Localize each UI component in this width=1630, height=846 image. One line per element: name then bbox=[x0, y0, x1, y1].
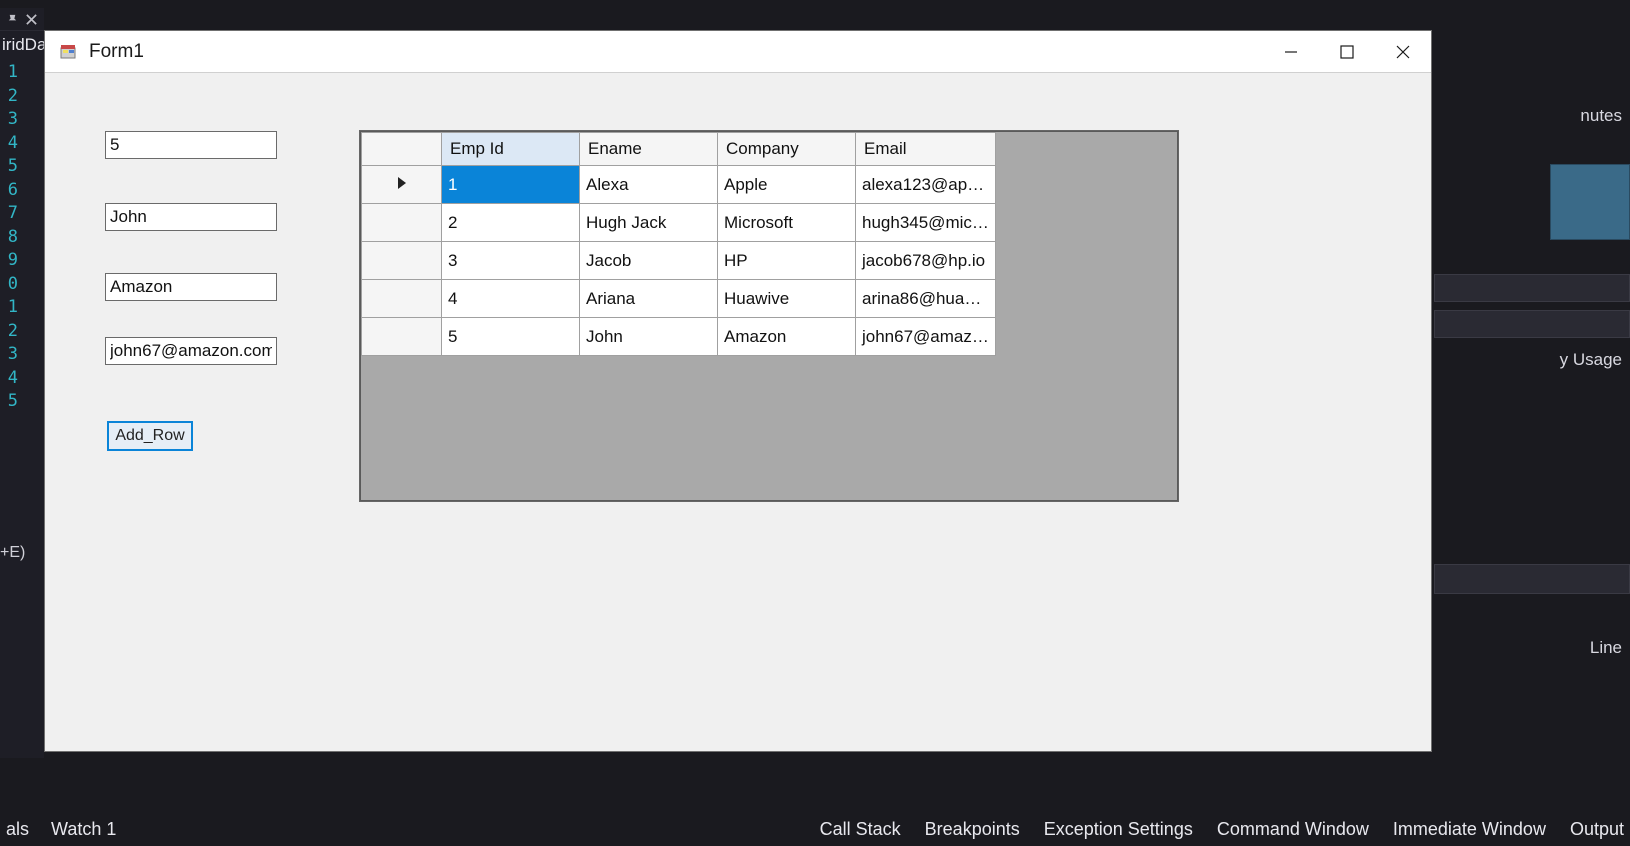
form-client-area: Add_Row Emp Id Ename Company Email bbox=[45, 73, 1431, 751]
app-icon bbox=[59, 42, 79, 62]
tab-immediate-window[interactable]: Immediate Window bbox=[1393, 819, 1546, 840]
pin-icon[interactable] bbox=[6, 12, 19, 26]
window-titlebar[interactable]: Form1 bbox=[45, 31, 1431, 73]
row-indicator-icon[interactable] bbox=[362, 166, 442, 204]
line-number-gutter: 1 2 3 4 5 6 7 8 9 0 1 2 3 4 5 bbox=[0, 59, 44, 414]
ide-left-gutter: iridDa 1 2 3 4 5 6 7 8 9 0 1 2 3 4 5 +E) bbox=[0, 8, 44, 758]
tab-exception-settings[interactable]: Exception Settings bbox=[1044, 819, 1193, 840]
grid-cell[interactable]: 2 bbox=[442, 204, 580, 242]
email-input[interactable] bbox=[105, 337, 277, 365]
maximize-button[interactable] bbox=[1319, 31, 1375, 73]
tab-call-stack[interactable]: Call Stack bbox=[820, 819, 901, 840]
grid-cell[interactable]: HP bbox=[718, 242, 856, 280]
ename-input[interactable] bbox=[105, 203, 277, 231]
editor-filename[interactable]: iridDa bbox=[0, 31, 44, 59]
tab-breakpoints[interactable]: Breakpoints bbox=[925, 819, 1020, 840]
close-icon[interactable] bbox=[25, 12, 38, 26]
grid-cell[interactable]: 1 bbox=[442, 166, 580, 204]
grid-cell[interactable]: Huawive bbox=[718, 280, 856, 318]
grid-cell[interactable]: hugh345@micros... bbox=[856, 204, 996, 242]
grid-cell[interactable]: Ariana bbox=[580, 280, 718, 318]
ide-top-strip bbox=[0, 0, 1630, 8]
diagnostics-thumbnail[interactable] bbox=[1550, 164, 1630, 240]
grid-cell[interactable]: jacob678@hp.io bbox=[856, 242, 996, 280]
grid-cell[interactable]: Hugh Jack bbox=[580, 204, 718, 242]
panel-label-line: Line bbox=[1590, 638, 1622, 658]
grid-cell[interactable]: Microsoft bbox=[718, 204, 856, 242]
company-input[interactable] bbox=[105, 273, 277, 301]
row-indicator[interactable] bbox=[362, 318, 442, 356]
grid-cell[interactable]: 3 bbox=[442, 242, 580, 280]
panel-box[interactable] bbox=[1434, 274, 1630, 302]
grid-cell[interactable]: John bbox=[580, 318, 718, 356]
window-title: Form1 bbox=[89, 41, 144, 63]
form-window: Form1 Add_Row Emp Id Ename Com bbox=[44, 30, 1432, 752]
grid-body: 1 Alexa Apple alexa123@apple.io 2 Hugh J… bbox=[362, 166, 996, 356]
tab-locals[interactable]: als bbox=[6, 819, 29, 840]
search-shortcut-hint: +E) bbox=[0, 544, 25, 562]
column-header-email[interactable]: Email bbox=[856, 133, 996, 166]
column-header-empid[interactable]: Emp Id bbox=[442, 133, 580, 166]
grid-cell[interactable]: 4 bbox=[442, 280, 580, 318]
table-row[interactable]: 1 Alexa Apple alexa123@apple.io bbox=[362, 166, 996, 204]
add-row-button[interactable]: Add_Row bbox=[107, 421, 193, 451]
tab-command-window[interactable]: Command Window bbox=[1217, 819, 1369, 840]
table-row[interactable]: 5 John Amazon john67@amazon.... bbox=[362, 318, 996, 356]
panel-label-minutes[interactable]: nutes bbox=[1580, 106, 1622, 126]
ide-right-panels: nutes y Usage Line bbox=[1432, 8, 1630, 758]
row-indicator[interactable] bbox=[362, 242, 442, 280]
table-row[interactable]: 4 Ariana Huawive arina86@huawei... bbox=[362, 280, 996, 318]
tab-output[interactable]: Output bbox=[1570, 819, 1624, 840]
ide-bottom-tabs: als Watch 1 Call Stack Breakpoints Excep… bbox=[0, 812, 1630, 846]
grid-cell[interactable]: arina86@huawei... bbox=[856, 280, 996, 318]
grid-cell[interactable]: Apple bbox=[718, 166, 856, 204]
close-button[interactable] bbox=[1375, 31, 1431, 73]
table-row[interactable]: 2 Hugh Jack Microsoft hugh345@micros... bbox=[362, 204, 996, 242]
grid-header-row: Emp Id Ename Company Email bbox=[362, 133, 996, 166]
panel-label-usage[interactable]: y Usage bbox=[1560, 350, 1622, 370]
grid-cell[interactable]: alexa123@apple.io bbox=[856, 166, 996, 204]
grid-cell[interactable]: Amazon bbox=[718, 318, 856, 356]
grid-cell[interactable]: john67@amazon.... bbox=[856, 318, 996, 356]
row-indicator[interactable] bbox=[362, 204, 442, 242]
grid-cell[interactable]: 5 bbox=[442, 318, 580, 356]
editor-tab-controls bbox=[0, 8, 44, 31]
tab-watch1[interactable]: Watch 1 bbox=[51, 819, 116, 840]
empid-input[interactable] bbox=[105, 131, 277, 159]
panel-box[interactable] bbox=[1434, 310, 1630, 338]
panel-box[interactable] bbox=[1434, 564, 1630, 594]
grid-cell[interactable]: Jacob bbox=[580, 242, 718, 280]
employee-datagrid[interactable]: Emp Id Ename Company Email 1 Alexa Apple bbox=[360, 131, 1178, 501]
row-indicator[interactable] bbox=[362, 280, 442, 318]
table-row[interactable]: 3 Jacob HP jacob678@hp.io bbox=[362, 242, 996, 280]
grid-corner-cell[interactable] bbox=[362, 133, 442, 166]
column-header-company[interactable]: Company bbox=[718, 133, 856, 166]
grid-cell[interactable]: Alexa bbox=[580, 166, 718, 204]
column-header-ename[interactable]: Ename bbox=[580, 133, 718, 166]
minimize-button[interactable] bbox=[1263, 31, 1319, 73]
